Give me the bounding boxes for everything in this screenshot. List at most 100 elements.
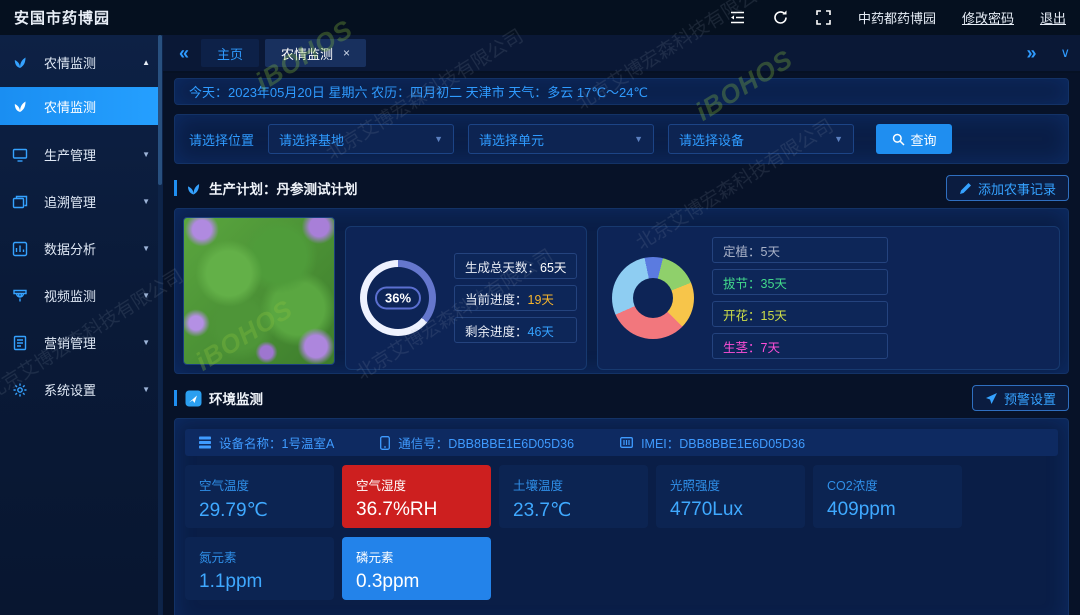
seedling-icon <box>12 54 28 70</box>
tabs-scroll-left-icon[interactable]: « <box>173 44 195 62</box>
environment-panel: 设备名称：1号温室A 通信号：DBB8BBE1E6D05D36 IMEI：DBB… <box>174 418 1069 615</box>
app-root: 安国市药博园 中药都药博园 修改密码 退出 农情监测 ▲ <box>0 0 1080 615</box>
section-accent-bar <box>174 390 177 406</box>
progress-card: 36% 生成总天数：65天 当前进度：19天 剩余进度：46天 <box>345 226 587 370</box>
sensor-row-1: 空气温度 29.79℃ 空气湿度 36.7%RH 土壤温度 23.7℃ 光照强度… <box>185 465 1058 528</box>
production-panel: 产品名称：丹参 品种信息：丹参 种植面积：10亩 所属基地：种植基地 所属单元：… <box>174 208 1069 374</box>
progress-ring-chart: 36% <box>360 260 436 336</box>
device-name: 设备名称：1号温室A <box>199 433 334 452</box>
main-content: 今天：2023年05月20日 星期六 农历：四月初二 天津市 天气：多云 17℃… <box>163 73 1080 615</box>
refresh-icon[interactable] <box>772 9 789 26</box>
sidebar-item-marketing[interactable]: 营销管理 ▼ <box>0 319 162 366</box>
chevron-down-icon: ▼ <box>834 134 843 144</box>
sidebar-item-label: 视频监测 <box>44 286 142 305</box>
sidebar-item-label: 农情监测 <box>44 53 142 72</box>
device-imei: IMEI：DBB8BBE1E6D05D36 <box>620 433 805 452</box>
device-comm-number: 通信号：DBB8BBE1E6D05D36 <box>380 433 574 452</box>
chevron-down-icon: ▼ <box>142 385 150 394</box>
change-password-link[interactable]: 修改密码 <box>962 8 1014 27</box>
sidebar-item-label: 营销管理 <box>44 333 142 352</box>
add-farm-record-label: 添加农事记录 <box>978 179 1056 198</box>
unit-select-value: 请选择单元 <box>479 130 544 149</box>
production-section-title: 生产计划：丹参测试计划 <box>209 178 358 198</box>
tab-label: 农情监测 <box>281 44 333 63</box>
sensor-card-air-humidity[interactable]: 空气湿度 36.7%RH <box>342 465 491 528</box>
sidebar-item-label: 追溯管理 <box>44 192 142 211</box>
env-monitor-icon <box>185 390 202 407</box>
add-farm-record-button[interactable]: 添加农事记录 <box>946 175 1069 201</box>
send-icon <box>985 392 998 405</box>
org-name[interactable]: 中药都药博园 <box>858 8 936 27</box>
sidebar-item-settings[interactable]: 系统设置 ▼ <box>0 366 162 413</box>
sidebar-item-nongqing-active[interactable]: 农情监测 <box>0 87 162 125</box>
crop-photo <box>183 217 335 365</box>
location-label: 请选择位置 <box>189 130 254 149</box>
stages-card: 定植：5天 拔节：35天 开花：15天 生茎：7天 <box>597 226 1060 370</box>
sidebar-item-video[interactable]: 视频监测 ▼ <box>0 272 162 319</box>
chevron-down-icon: ▼ <box>142 291 150 300</box>
tab-bar: « 主页 农情监测 × » ∨ <box>163 35 1080 73</box>
warning-settings-label: 预警设置 <box>1004 389 1056 408</box>
chevron-down-icon: ▼ <box>142 150 150 159</box>
tab-home[interactable]: 主页 <box>201 39 259 67</box>
progress-percent: 36% <box>375 287 421 310</box>
production-section-header: 生产计划：丹参测试计划 添加农事记录 <box>174 174 1069 202</box>
sidebar-item-label: 系统设置 <box>44 380 142 399</box>
tabs-scroll-right-icon[interactable]: » <box>1020 44 1042 62</box>
base-select-value: 请选择基地 <box>279 130 344 149</box>
chevron-down-icon: ▼ <box>634 134 643 144</box>
stat-remaining-days: 剩余进度：46天 <box>454 317 577 343</box>
sensor-card-soil-temp[interactable]: 土壤温度 23.7℃ <box>499 465 648 528</box>
top-header: 安国市药博园 中药都药博园 修改密码 退出 <box>0 0 1080 35</box>
sim-icon <box>620 436 633 449</box>
stage-bajie: 拔节：35天 <box>712 269 888 295</box>
warning-settings-button[interactable]: 预警设置 <box>972 385 1069 411</box>
sensor-card-light[interactable]: 光照强度 4770Lux <box>656 465 805 528</box>
sensor-card-phosphorus[interactable]: 磷元素 0.3ppm <box>342 537 491 600</box>
chevron-down-icon: ▼ <box>434 134 443 144</box>
logout-link[interactable]: 退出 <box>1040 8 1066 27</box>
tabs-menu-icon[interactable]: ∨ <box>1060 45 1070 61</box>
phone-icon <box>380 436 390 450</box>
sidebar: 农情监测 ▲ 农情监测 生产管理 ▼ 追溯管理 ▼ <box>0 35 163 615</box>
query-button[interactable]: 查询 <box>876 124 952 154</box>
query-button-label: 查询 <box>911 130 937 149</box>
sensor-card-nitrogen[interactable]: 氮元素 1.1ppm <box>185 537 334 600</box>
server-icon <box>199 436 211 449</box>
sensor-card-co2[interactable]: CO2浓度 409ppm <box>813 465 962 528</box>
stage-kaihua: 开花：15天 <box>712 301 888 327</box>
chevron-up-icon: ▲ <box>142 58 150 67</box>
close-icon[interactable]: × <box>343 46 350 60</box>
document-icon <box>12 335 28 351</box>
stage-dingzhi: 定植：5天 <box>712 237 888 263</box>
app-title: 安国市药博园 <box>14 7 110 28</box>
date-weather-bar: 今天：2023年05月20日 星期六 农历：四月初二 天津市 天气：多云 17℃… <box>174 78 1069 105</box>
camera-icon <box>12 288 28 304</box>
environment-section-header: 环境监测 预警设置 <box>174 384 1069 412</box>
unit-select[interactable]: 请选择单元 ▼ <box>468 124 654 154</box>
monitor-icon <box>12 147 28 163</box>
device-select[interactable]: 请选择设备 ▼ <box>668 124 854 154</box>
gear-icon <box>12 382 28 398</box>
sensor-row-2: 氮元素 1.1ppm 磷元素 0.3ppm <box>185 537 1058 600</box>
pencil-icon <box>959 182 972 195</box>
sidebar-scrollbar[interactable] <box>158 35 162 615</box>
tab-label: 主页 <box>217 44 243 63</box>
sensor-card-air-temp[interactable]: 空气温度 29.79℃ <box>185 465 334 528</box>
stage-shengjing: 生茎：7天 <box>712 333 888 359</box>
section-accent-bar <box>174 180 177 196</box>
sidebar-item-trace[interactable]: 追溯管理 ▼ <box>0 178 162 225</box>
date-weather-text: 今天：2023年05月20日 星期六 农历：四月初二 天津市 天气：多云 17℃… <box>189 82 648 101</box>
tab-nongqing-active[interactable]: 农情监测 × <box>265 39 366 67</box>
environment-section-title: 环境监测 <box>209 388 263 408</box>
base-select[interactable]: 请选择基地 ▼ <box>268 124 454 154</box>
collapse-menu-icon[interactable] <box>729 9 746 26</box>
device-info-bar: 设备名称：1号温室A 通信号：DBB8BBE1E6D05D36 IMEI：DBB… <box>185 429 1058 456</box>
sidebar-item-production[interactable]: 生产管理 ▼ <box>0 131 162 178</box>
sidebar-item-nongqing-parent[interactable]: 农情监测 ▲ <box>0 43 162 81</box>
layers-icon <box>12 194 28 210</box>
stat-current-days: 当前进度：19天 <box>454 285 577 311</box>
chevron-down-icon: ▼ <box>142 338 150 347</box>
sidebar-item-analytics[interactable]: 数据分析 ▼ <box>0 225 162 272</box>
fullscreen-icon[interactable] <box>815 9 832 26</box>
